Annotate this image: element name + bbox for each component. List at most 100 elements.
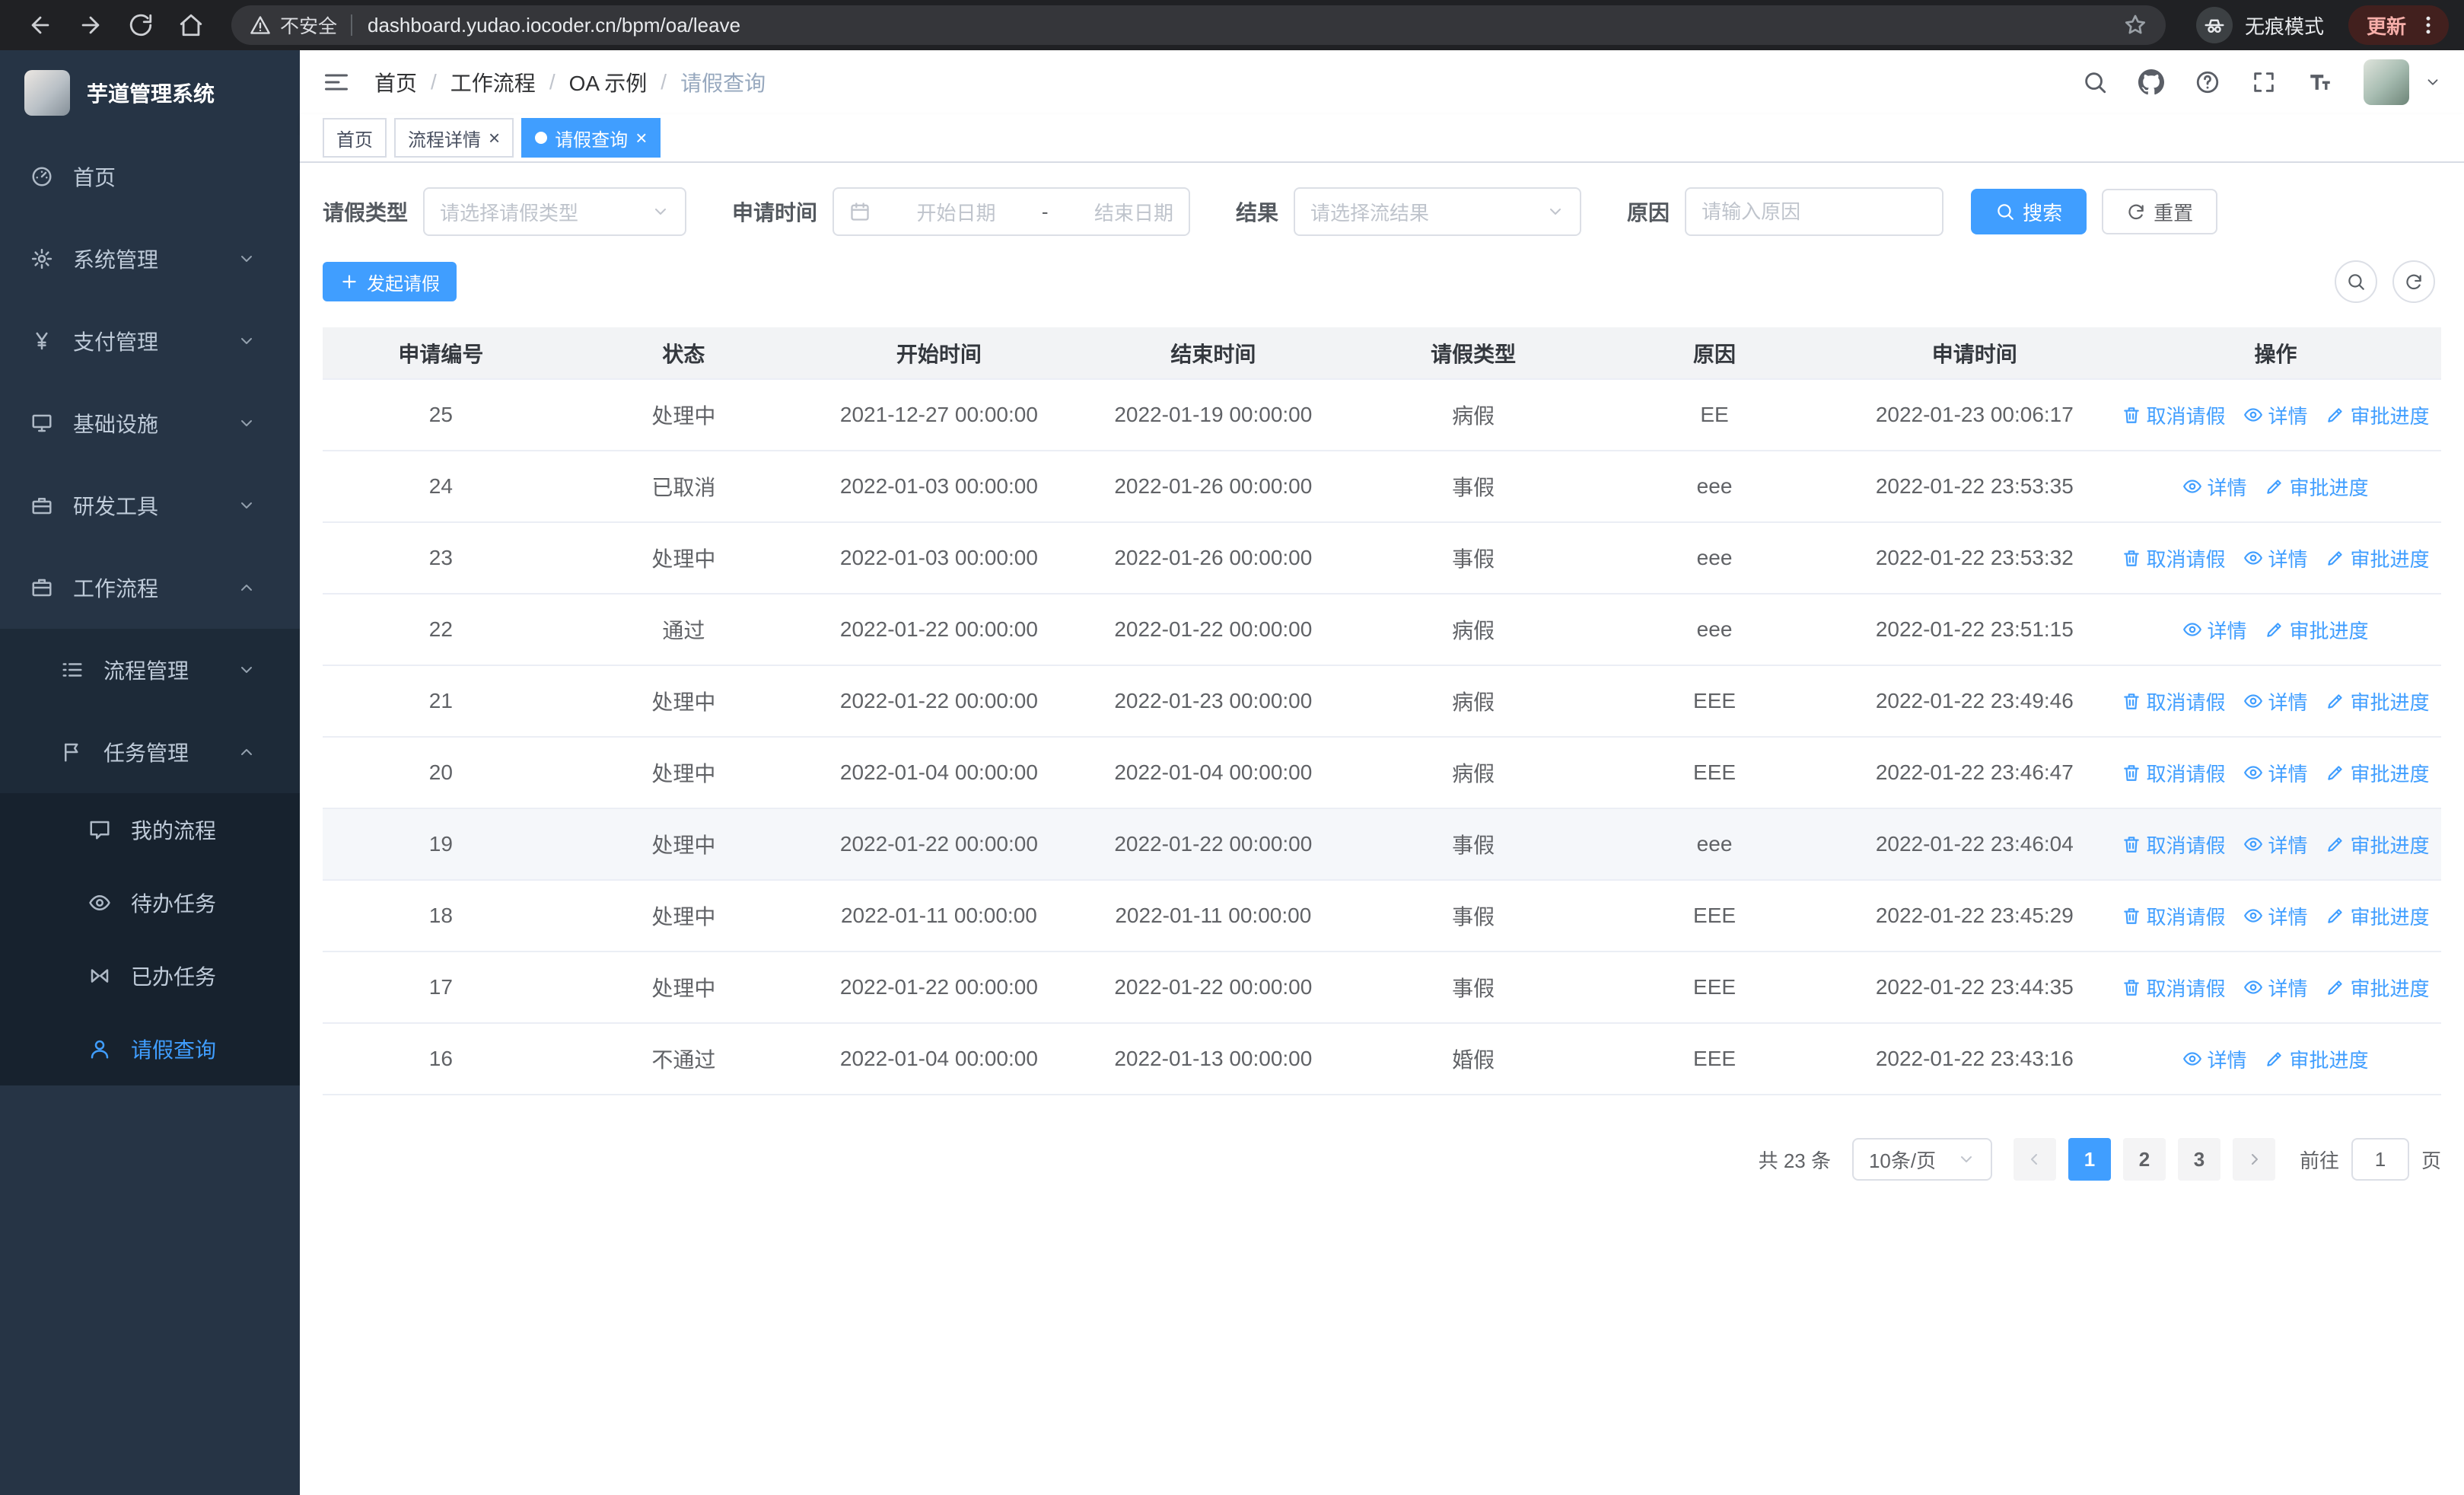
sidebar-toggle-icon[interactable]: [323, 69, 350, 96]
yen-icon: [30, 330, 53, 352]
detail-link[interactable]: 详情: [2243, 974, 2307, 1002]
chevron-up-icon: [237, 743, 256, 761]
cell-reason: eee: [1590, 808, 1839, 881]
fullscreen-icon[interactable]: [2251, 69, 2277, 95]
progress-link[interactable]: 审批进度: [2326, 687, 2430, 716]
help-icon[interactable]: [2195, 69, 2220, 95]
detail-link[interactable]: 详情: [2182, 473, 2246, 501]
cell-apply-time: 2022-01-22 23:46:04: [1838, 808, 2110, 881]
breadcrumb-item[interactable]: 首页: [374, 67, 417, 97]
total-count: 共 23 条: [1758, 1149, 1831, 1172]
refresh-table-button[interactable]: [2392, 260, 2435, 303]
cancel-leave-link[interactable]: 取消请假: [2122, 401, 2225, 429]
row-actions: 取消请假 详情 审批进度: [2110, 401, 2441, 429]
cancel-leave-link[interactable]: 取消请假: [2122, 830, 2225, 859]
cancel-leave-link[interactable]: 取消请假: [2122, 544, 2225, 572]
tab-process-detail[interactable]: 流程详情 ×: [394, 118, 514, 158]
progress-link[interactable]: 审批进度: [2326, 830, 2430, 859]
sidebar-item-my-process[interactable]: 我的流程: [0, 793, 300, 866]
sidebar-item-label: 基础设施: [73, 413, 159, 436]
prev-page-button[interactable]: [2013, 1138, 2056, 1181]
detail-link[interactable]: 详情: [2243, 830, 2307, 859]
bookmark-star-icon[interactable]: [2123, 13, 2147, 37]
github-icon[interactable]: [2138, 69, 2164, 95]
detail-link[interactable]: 详情: [2243, 687, 2307, 716]
cancel-leave-link[interactable]: 取消请假: [2122, 902, 2225, 930]
sidebar-item-infrastructure[interactable]: 基础设施: [0, 382, 300, 464]
sidebar-item-workflow[interactable]: 工作流程: [0, 547, 300, 629]
browser-home-icon[interactable]: [178, 12, 204, 38]
detail-link[interactable]: 详情: [2243, 401, 2307, 429]
range-separator: -: [1041, 199, 1049, 223]
cancel-leave-link[interactable]: 取消请假: [2122, 759, 2225, 787]
sidebar-item-system-management[interactable]: 系统管理: [0, 218, 300, 300]
progress-link[interactable]: 审批进度: [2265, 473, 2368, 501]
sidebar-item-dev-tools[interactable]: 研发工具: [0, 464, 300, 547]
browser-forward-icon[interactable]: [78, 12, 103, 38]
sidebar-item-task-management[interactable]: 任务管理: [0, 711, 300, 793]
reason-input[interactable]: [1702, 199, 1928, 224]
sidebar-item-todo-tasks[interactable]: 待办任务: [0, 866, 300, 939]
page-number-1[interactable]: 1: [2068, 1138, 2111, 1181]
browser-update-button[interactable]: 更新: [2348, 5, 2449, 45]
progress-link[interactable]: 审批进度: [2326, 544, 2430, 572]
cell-end-time: 2022-01-22 00:00:00: [1069, 952, 1357, 1024]
progress-link[interactable]: 审批进度: [2265, 616, 2368, 644]
chevron-down-icon: [237, 250, 256, 268]
sidebar-item-leave-query[interactable]: 请假查询: [0, 1012, 300, 1085]
breadcrumb-item[interactable]: OA 示例: [569, 67, 648, 97]
cell-reason: EEE: [1590, 952, 1839, 1024]
page-size-select[interactable]: 10条/页: [1851, 1138, 1992, 1181]
sidebar-item-home[interactable]: 首页: [0, 135, 300, 218]
header-search-icon[interactable]: [2082, 69, 2108, 95]
progress-link[interactable]: 审批进度: [2326, 759, 2430, 787]
reset-button[interactable]: 重置: [2102, 189, 2218, 234]
detail-link[interactable]: 详情: [2243, 759, 2307, 787]
browser-back-icon[interactable]: [27, 12, 53, 38]
sidebar-item-done-tasks[interactable]: 已办任务: [0, 939, 300, 1012]
detail-link[interactable]: 详情: [2182, 1045, 2246, 1073]
user-menu-caret-icon[interactable]: [2424, 74, 2441, 91]
breadcrumb-item[interactable]: 工作流程: [450, 67, 536, 97]
insecure-warning-icon: [250, 14, 271, 36]
page-number-3[interactable]: 3: [2177, 1138, 2220, 1181]
sidebar-item-process-management[interactable]: 流程管理: [0, 629, 300, 711]
create-leave-button[interactable]: 发起请假: [323, 262, 457, 301]
cancel-leave-link[interactable]: 取消请假: [2122, 687, 2225, 716]
address-bar[interactable]: 不安全 dashboard.yudao.iocoder.cn/bpm/oa/le…: [231, 5, 2166, 45]
eye-icon: [88, 891, 111, 914]
next-page-button[interactable]: [2232, 1138, 2275, 1181]
progress-link[interactable]: 审批进度: [2326, 974, 2430, 1002]
user-avatar[interactable]: [2364, 59, 2409, 105]
row-actions: 详情 审批进度: [2110, 616, 2441, 644]
progress-link[interactable]: 审批进度: [2326, 401, 2430, 429]
detail-link[interactable]: 详情: [2182, 616, 2246, 644]
progress-link[interactable]: 审批进度: [2326, 902, 2430, 930]
eye-icon: [2182, 477, 2202, 496]
browser-menu-icon[interactable]: [2417, 14, 2440, 37]
page-number-2[interactable]: 2: [2122, 1138, 2166, 1181]
result-select[interactable]: 请选择流结果: [1294, 187, 1582, 236]
trash-icon: [2122, 691, 2141, 711]
goto-page-input[interactable]: [2351, 1138, 2409, 1181]
cancel-leave-link[interactable]: 取消请假: [2122, 974, 2225, 1002]
toggle-search-button[interactable]: [2335, 260, 2377, 303]
apply-time-range-picker[interactable]: 开始日期 - 结束日期: [832, 187, 1191, 236]
tab-close-icon[interactable]: ×: [489, 128, 500, 148]
progress-link[interactable]: 审批进度: [2265, 1045, 2368, 1073]
tab-leave-query[interactable]: 请假查询 ×: [521, 118, 661, 158]
tab-home[interactable]: 首页: [323, 118, 387, 158]
filter-form: 请假类型 请选择请假类型 申请时间 开始日期 - 结束日期 结果 请选择流结果: [323, 187, 2441, 236]
sidebar-item-payment-management[interactable]: 支付管理: [0, 300, 300, 382]
detail-link[interactable]: 详情: [2243, 544, 2307, 572]
search-button[interactable]: 搜索: [1971, 189, 2087, 234]
eye-icon: [2243, 906, 2263, 926]
leave-type-select[interactable]: 请选择请假类型: [423, 187, 687, 236]
font-size-icon[interactable]: [2307, 69, 2333, 95]
tab-close-icon[interactable]: ×: [635, 128, 647, 148]
app-logo[interactable]: 芋道管理系统: [0, 50, 300, 135]
browser-reload-icon[interactable]: [128, 12, 154, 38]
detail-link[interactable]: 详情: [2243, 902, 2307, 930]
table-row: 23 处理中 2022-01-03 00:00:00 2022-01-26 00:00…: [323, 522, 2441, 594]
cell-start-time: 2022-01-04 00:00:00: [807, 1023, 1070, 1095]
